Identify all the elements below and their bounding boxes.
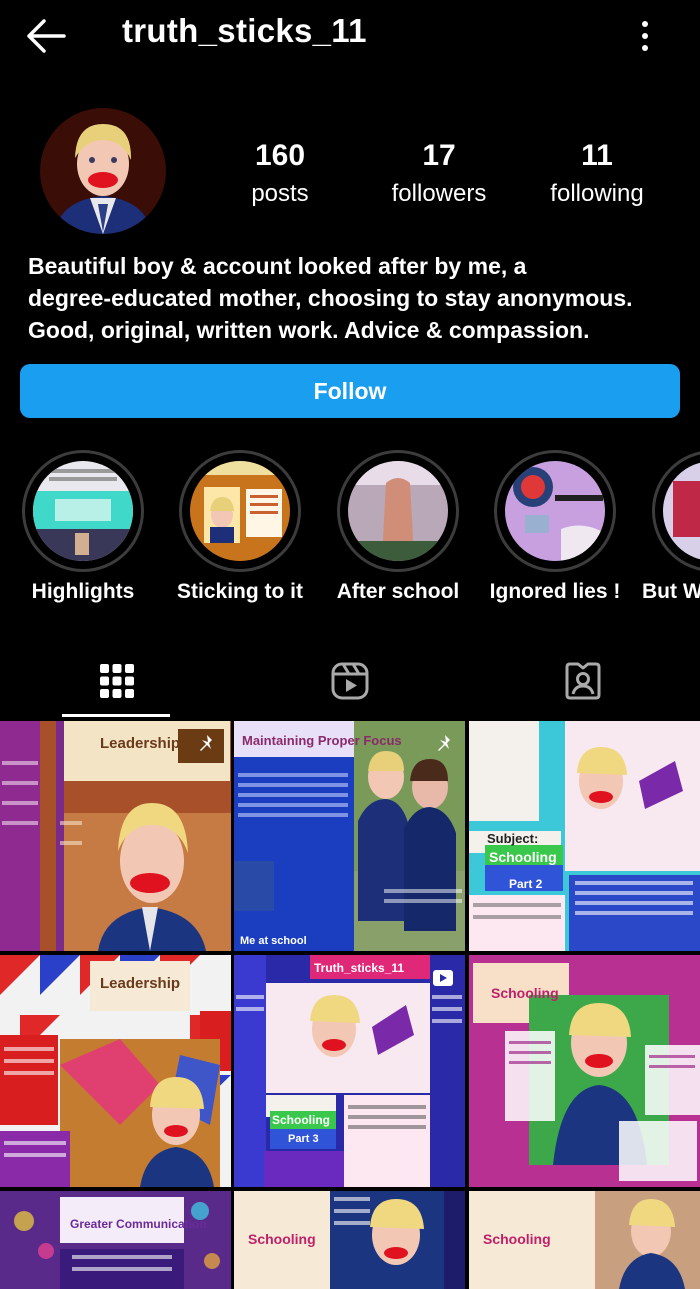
post-part: Part 3	[288, 1133, 319, 1145]
post-subject: Subject:	[487, 831, 539, 846]
post-tile[interactable]: Schooling	[469, 955, 700, 1187]
post-title: Leadership	[100, 735, 181, 752]
arrow-left-icon[interactable]	[24, 14, 68, 58]
highlight-thumbnail	[663, 461, 700, 561]
story-highlights: Highlights Sticking to it After school I…	[0, 448, 700, 618]
following-count-label: following	[550, 180, 644, 207]
post-tile[interactable]: Maintaining Proper Focus Me at school	[234, 721, 465, 951]
profile-avatar[interactable]	[40, 108, 166, 234]
posts-count-label: posts	[251, 180, 309, 207]
highlight-thumbnail	[348, 461, 448, 561]
highlight-ring	[652, 450, 700, 572]
following-count-value: 11	[581, 139, 613, 172]
posts-grid: Leadership Maintaining Proper Focus Me a…	[0, 721, 700, 1289]
post-title: Leadership	[100, 975, 181, 992]
more-vertical-icon[interactable]	[630, 18, 660, 54]
post-title: Maintaining Proper Focus	[242, 733, 402, 748]
highlight-ring	[179, 450, 301, 572]
highlight-thumbnail	[190, 461, 290, 561]
profile-bio: Beautiful boy & account looked after by …	[28, 250, 688, 346]
post-title: Schooling	[489, 849, 557, 865]
highlight-thumbnail	[505, 461, 605, 561]
posts-count[interactable]: 160 posts	[228, 138, 332, 210]
pinned-icon	[438, 735, 450, 751]
highlight-label: But Wh	[642, 580, 700, 603]
bio-line-3: Good, original, written work. Advice & c…	[28, 317, 590, 343]
profile-tabs	[0, 642, 700, 720]
pinned-icon	[200, 735, 212, 751]
posts-count-value: 160	[254, 139, 306, 172]
highlight-label: Sticking to it	[177, 580, 303, 603]
highlight-label: Highlights	[31, 580, 135, 603]
post-footer: Me at school	[240, 935, 307, 947]
reels-icon	[331, 662, 368, 700]
post-tile[interactable]: Subject: Schooling Part 2	[469, 721, 700, 951]
highlight-label: After school	[336, 580, 460, 603]
post-tile[interactable]: Schooling	[469, 1191, 700, 1289]
tagged-user-icon	[565, 662, 600, 700]
post-tile[interactable]: Schooling	[234, 1191, 465, 1289]
active-tab-indicator	[62, 714, 170, 717]
post-title: Greater Communication	[70, 1217, 207, 1231]
post-tile[interactable]: Leadership	[0, 721, 231, 951]
tab-reels[interactable]	[233, 642, 466, 720]
tab-grid[interactable]	[0, 642, 233, 720]
followers-count-label: followers	[391, 180, 487, 207]
followers-count[interactable]: 17 followers	[380, 138, 498, 210]
followers-count-value: 17	[422, 139, 456, 172]
post-tile[interactable]: Leadership	[0, 955, 231, 1187]
post-title: Schooling	[483, 1231, 551, 1247]
highlight-label: Ignored lies !	[489, 580, 621, 603]
bio-line-1: Beautiful boy & account looked after by …	[28, 253, 527, 279]
grid-icon	[99, 664, 134, 698]
profile-username: truth_sticks_11	[122, 12, 367, 49]
post-title: Schooling	[491, 985, 559, 1001]
highlight-thumbnail	[33, 461, 133, 561]
top-bar: truth_sticks_11	[0, 0, 700, 72]
video-icon	[433, 970, 453, 986]
follow-button[interactable]: Follow	[20, 364, 680, 418]
post-title: Schooling	[272, 1113, 330, 1127]
tab-tagged[interactable]	[466, 642, 699, 720]
highlight-ring	[337, 450, 459, 572]
bio-line-2: degree-educated mother, choosing to stay…	[28, 285, 633, 311]
post-user: Truth_sticks_11	[314, 961, 405, 975]
post-part: Part 2	[509, 877, 543, 891]
post-tile[interactable]: Truth_sticks_11 Schooling Part 3	[234, 955, 465, 1187]
highlight-ring	[22, 450, 144, 572]
highlight-ring	[494, 450, 616, 572]
following-count[interactable]: 11 following	[540, 138, 654, 210]
post-title: Schooling	[248, 1231, 316, 1247]
post-tile[interactable]: Greater Communication	[0, 1191, 231, 1289]
